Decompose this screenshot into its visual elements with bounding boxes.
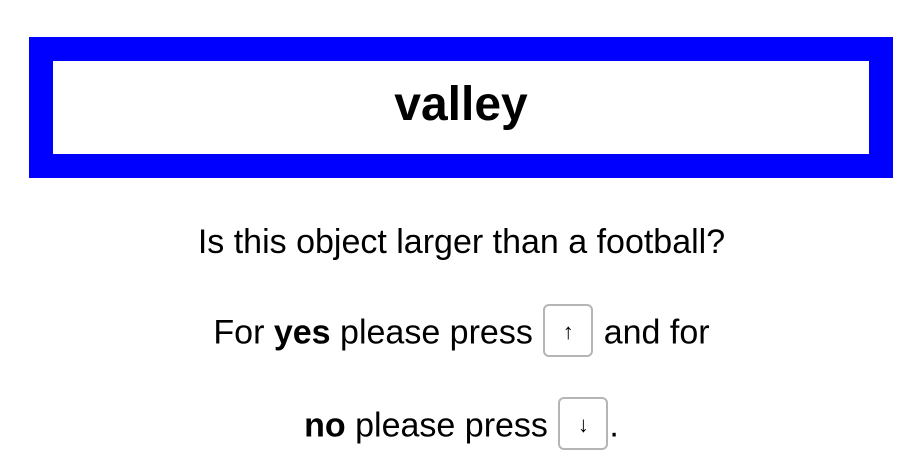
question-text: Is this object larger than a football? (197, 223, 726, 261)
yes-prefix: For (213, 313, 274, 352)
stimulus-frame: valley (29, 37, 893, 178)
no-middle: please press (345, 406, 558, 445)
yes-word: yes (273, 313, 331, 352)
no-word: no (304, 406, 346, 445)
no-instruction: no please press ↓. (0, 397, 923, 450)
yes-suffix: and for (594, 313, 710, 352)
down-arrow-key[interactable]: ↓ (558, 397, 609, 450)
up-arrow-key[interactable]: ↑ (543, 304, 594, 357)
yes-instruction: For yes please press ↑ and for (0, 304, 923, 357)
yes-middle: please press (330, 313, 543, 352)
no-suffix: . (609, 406, 619, 445)
stimulus-word: valley (394, 77, 528, 131)
